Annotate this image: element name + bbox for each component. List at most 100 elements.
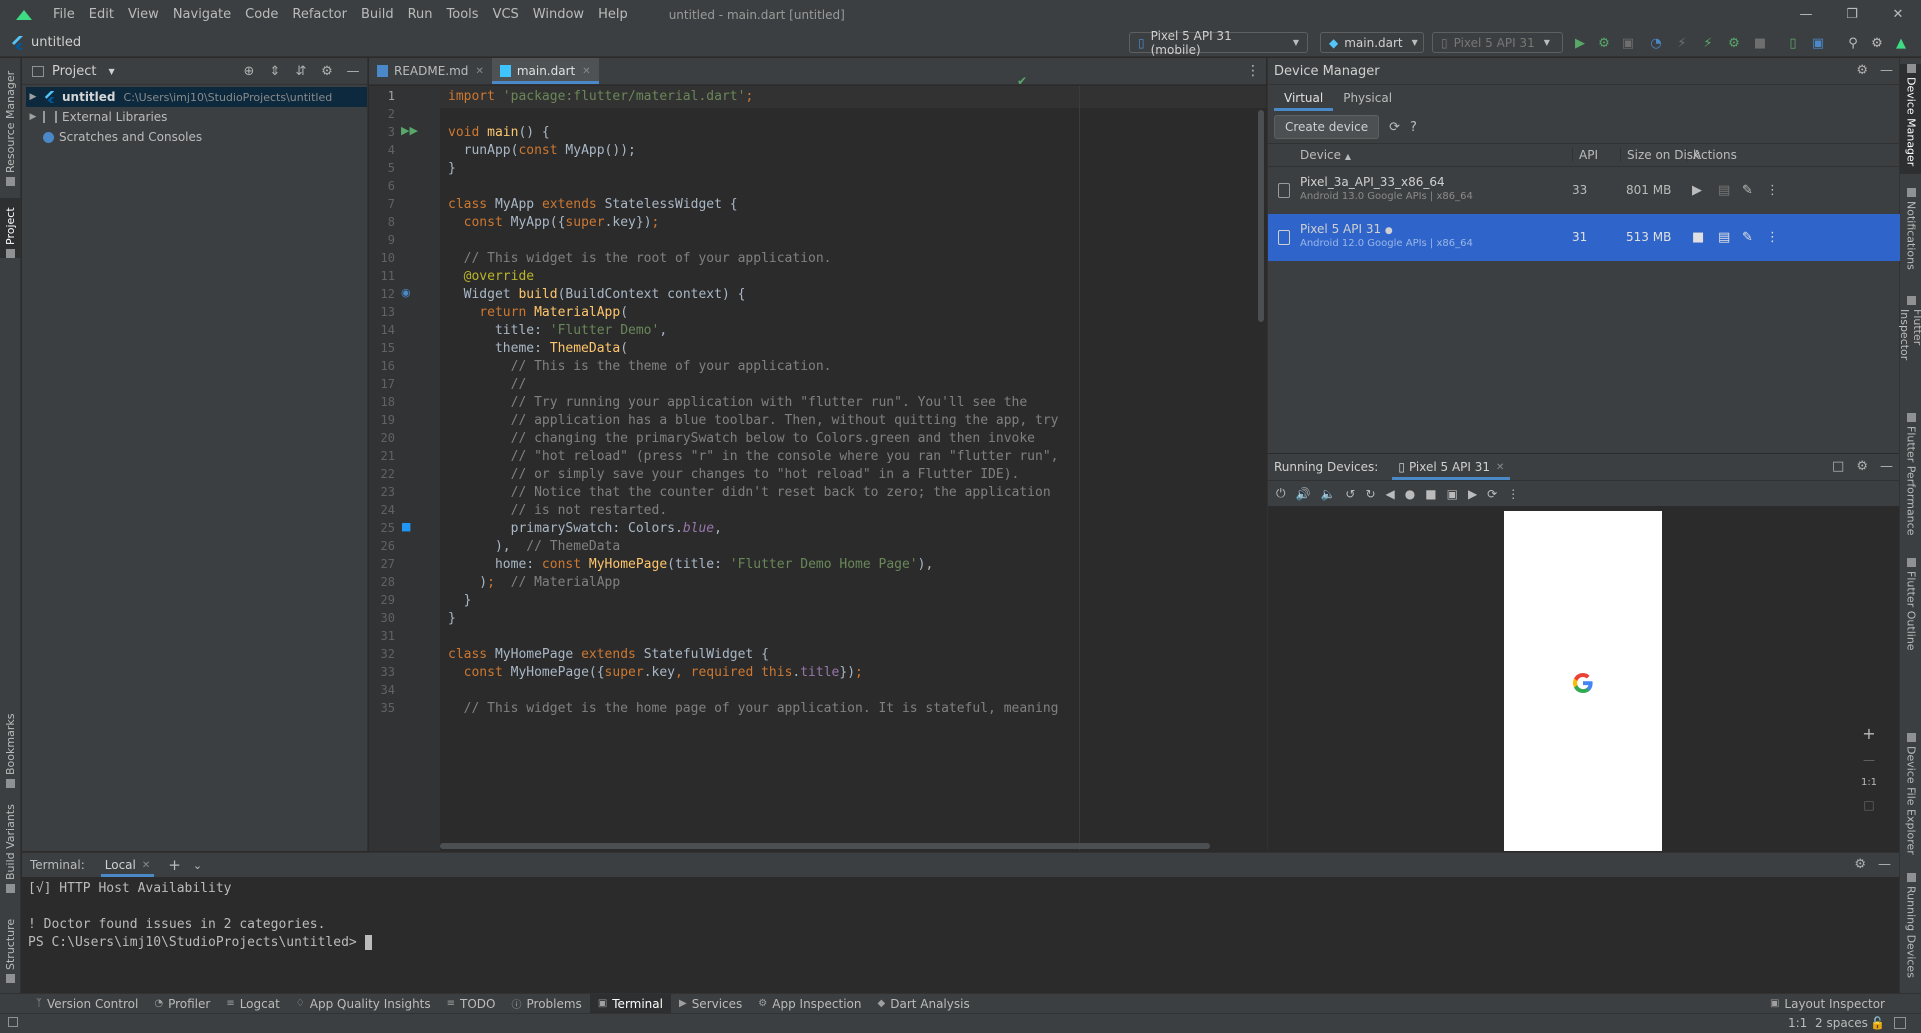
tool-running-devices[interactable]: Running Devices bbox=[1900, 873, 1921, 978]
zoom-actual-size[interactable]: 1:1 bbox=[1861, 777, 1877, 788]
more-options-icon[interactable]: ⋮ bbox=[1766, 183, 1779, 198]
open-folder-icon[interactable]: ▤ bbox=[1718, 183, 1730, 198]
tree-item-scratches[interactable]: Scratches and Consoles bbox=[26, 127, 367, 147]
stop-icon[interactable]: ■ bbox=[1752, 35, 1768, 51]
apply-changes-icon[interactable]: ⚡ bbox=[1674, 35, 1690, 51]
edit-icon[interactable]: ✎ bbox=[1742, 183, 1753, 198]
close-tab-icon[interactable]: ✕ bbox=[582, 66, 590, 77]
hide-icon[interactable]: — bbox=[1880, 63, 1893, 78]
tool-app-quality-insights[interactable]: ♢ App Quality Insights bbox=[288, 994, 439, 1014]
zoom-fit-icon[interactable]: □ bbox=[1863, 798, 1874, 812]
menu-help[interactable]: Help bbox=[591, 7, 635, 22]
more-options-icon[interactable]: ⋮ bbox=[1507, 487, 1519, 501]
menu-tools[interactable]: Tools bbox=[440, 7, 486, 22]
running-device-tab[interactable]: ▯ Pixel 5 API 31 ✕ bbox=[1392, 454, 1511, 480]
more-options-icon[interactable]: ⋮ bbox=[1246, 63, 1260, 79]
volume-down-icon[interactable]: 🔈 bbox=[1320, 487, 1335, 501]
collapse-all-icon[interactable]: ⇵ bbox=[293, 64, 309, 80]
tool-windows-toggle-icon[interactable] bbox=[8, 1017, 18, 1027]
volume-up-icon[interactable]: 🔊 bbox=[1296, 487, 1311, 501]
no-problems-check-icon[interactable]: ✔ bbox=[1017, 74, 1027, 88]
gemini-icon[interactable]: ▲ bbox=[1893, 35, 1909, 51]
rotate-left-icon[interactable]: ↺ bbox=[1345, 487, 1355, 501]
refresh-icon[interactable]: ⟳ bbox=[1389, 120, 1400, 135]
debug-icon[interactable]: ⚙ bbox=[1596, 35, 1612, 51]
terminal-tab-local[interactable]: Local ✕ bbox=[100, 853, 155, 877]
indent-setting[interactable]: 2 spaces bbox=[1815, 1016, 1868, 1030]
caret-position[interactable]: 1:1 bbox=[1788, 1016, 1807, 1030]
chevron-down-icon[interactable]: ⌄ bbox=[193, 859, 202, 872]
expand-all-icon[interactable]: ⇕ bbox=[267, 64, 283, 80]
record-icon[interactable]: ▶ bbox=[1468, 487, 1477, 501]
home-icon[interactable]: ● bbox=[1405, 487, 1415, 501]
editor-horizontal-scrollbar[interactable] bbox=[440, 843, 1210, 849]
new-terminal-icon[interactable]: + bbox=[168, 856, 181, 874]
tool-flutter-performance[interactable]: Flutter Performance bbox=[1900, 413, 1921, 538]
breadcrumb[interactable]: untitled bbox=[12, 35, 81, 50]
tool-notifications[interactable]: Notifications bbox=[1900, 188, 1921, 278]
menu-file[interactable]: File bbox=[46, 7, 82, 22]
menu-refactor[interactable]: Refactor bbox=[285, 7, 354, 22]
menu-build[interactable]: Build bbox=[354, 7, 401, 22]
tool-device-manager[interactable]: Device Manager bbox=[1900, 64, 1921, 174]
tool-flutter-outline[interactable]: Flutter Outline bbox=[1900, 558, 1921, 653]
menu-window[interactable]: Window bbox=[526, 7, 591, 22]
open-folder-icon[interactable]: ▤ bbox=[1718, 230, 1730, 245]
menu-code[interactable]: Code bbox=[238, 7, 285, 22]
snapshot-icon[interactable]: ⟳ bbox=[1487, 487, 1497, 501]
color-swatch-icon[interactable]: ■ bbox=[401, 520, 411, 533]
memory-indicator-icon[interactable] bbox=[1894, 1017, 1906, 1029]
minimize-icon[interactable]: — bbox=[1783, 0, 1829, 29]
stop-icon[interactable]: ■ bbox=[1692, 230, 1704, 245]
gear-icon[interactable]: ⚙ bbox=[1854, 857, 1866, 872]
zoom-out-icon[interactable]: — bbox=[1863, 753, 1875, 767]
column-device[interactable]: Device ▲ bbox=[1300, 148, 1351, 162]
overview-icon[interactable]: ■ bbox=[1425, 487, 1436, 501]
gear-icon[interactable]: ⚙ bbox=[319, 64, 335, 80]
editor-vertical-scrollbar[interactable] bbox=[1258, 110, 1264, 322]
hot-reload-icon[interactable]: ⚡ bbox=[1700, 35, 1716, 51]
lock-icon[interactable]: 🔓 bbox=[1870, 1016, 1885, 1030]
close-tab-icon[interactable]: ✕ bbox=[1496, 462, 1504, 473]
tool-terminal[interactable]: ▣ Terminal bbox=[589, 993, 671, 1014]
hide-icon[interactable]: — bbox=[1878, 857, 1891, 872]
back-icon[interactable]: ◀ bbox=[1386, 487, 1395, 501]
tool-flutter-inspector[interactable]: Flutter Inspector bbox=[1898, 296, 1921, 396]
launch-icon[interactable]: ▶ bbox=[1692, 183, 1702, 198]
attach-debugger-icon[interactable]: ▣ bbox=[1620, 35, 1636, 51]
tool-version-control[interactable]: ᛉ Version Control bbox=[28, 994, 146, 1014]
override-gutter-icon[interactable]: ◉ bbox=[401, 286, 411, 299]
tab-main-dart[interactable]: main.dart ✕ bbox=[491, 58, 599, 84]
create-device-button[interactable]: Create device bbox=[1274, 115, 1380, 139]
device-manager-icon[interactable]: ▯ bbox=[1785, 35, 1801, 51]
column-api[interactable]: API bbox=[1572, 148, 1598, 162]
project-view-selector[interactable]: Project ▼ bbox=[32, 64, 115, 79]
target-device-selector[interactable]: ▯ Pixel 5 API 31 ▼ bbox=[1432, 32, 1563, 53]
hide-icon[interactable]: — bbox=[1880, 459, 1893, 474]
close-tab-icon[interactable]: ✕ bbox=[475, 66, 483, 77]
zoom-in-icon[interactable]: + bbox=[1862, 724, 1875, 743]
run-gutter-icon[interactable]: ▶▶ bbox=[401, 124, 418, 137]
tool-dart-analysis[interactable]: ◆ Dart Analysis bbox=[870, 994, 978, 1014]
debug-restart-icon[interactable]: ⚙ bbox=[1726, 35, 1742, 51]
device-row[interactable]: Pixel 5 API 31 ● Android 12.0 Google API… bbox=[1268, 214, 1900, 261]
close-tab-icon[interactable]: ✕ bbox=[142, 860, 150, 871]
rotate-right-icon[interactable]: ↻ bbox=[1365, 487, 1375, 501]
menu-edit[interactable]: Edit bbox=[82, 7, 121, 22]
search-icon[interactable]: ⚲ bbox=[1845, 35, 1861, 51]
hide-icon[interactable]: — bbox=[345, 64, 361, 80]
device-row[interactable]: Pixel_3a_API_33_x86_64 Android 13.0 Goog… bbox=[1268, 167, 1900, 214]
locate-icon[interactable]: ⊕ bbox=[241, 64, 257, 80]
run-config-selector[interactable]: ◆ main.dart ▼ bbox=[1320, 32, 1424, 53]
tree-item-untitled[interactable]: ▶ untitled C:\Users\imj10\StudioProjects… bbox=[26, 87, 367, 107]
tool-device-file-explorer[interactable]: Device File Explorer bbox=[1900, 733, 1921, 858]
more-options-icon[interactable]: ⋮ bbox=[1766, 230, 1779, 245]
tool-resource-manager[interactable]: Resource Manager bbox=[0, 66, 21, 186]
tool-bookmarks[interactable]: Bookmarks bbox=[0, 708, 21, 788]
tool-structure[interactable]: Structure bbox=[0, 908, 21, 983]
tool-logcat[interactable]: ≡ Logcat bbox=[218, 994, 287, 1014]
tool-problems[interactable]: ⓘ Problems bbox=[504, 994, 590, 1014]
tool-layout-inspector[interactable]: ▣ Layout Inspector bbox=[1762, 994, 1893, 1014]
tool-services[interactable]: ▶ Services bbox=[671, 994, 750, 1014]
help-icon[interactable]: ? bbox=[1410, 120, 1417, 135]
